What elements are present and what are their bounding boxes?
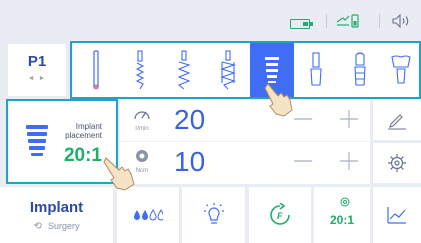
tool-implant[interactable] (250, 43, 294, 97)
implant-icon (265, 57, 279, 83)
tool-drill-1[interactable] (74, 43, 118, 97)
speed-increase-button[interactable] (338, 108, 360, 130)
implant-sub-label: Surgery (47, 221, 80, 231)
mode-title-line2: placement (65, 131, 102, 140)
water-drops-icon (134, 209, 163, 221)
torque-icon (130, 148, 154, 169)
torque-increase-button[interactable] (338, 150, 360, 172)
tool-abutment-2[interactable] (338, 43, 382, 97)
irrigation-button[interactable] (117, 187, 179, 243)
ratio-button[interactable]: 20:1 (314, 187, 370, 243)
gear-icon (340, 197, 350, 207)
speaker-icon[interactable] (392, 13, 412, 33)
implant-name: Implant (29, 199, 84, 216)
implant-sub: ⟲ Surgery (0, 221, 113, 232)
implant-icon (24, 123, 50, 164)
settings-button[interactable] (373, 143, 421, 183)
parameter-panel: r/min 20 Ncm 10 (120, 100, 370, 184)
abutment-icon (354, 52, 366, 86)
speed-decrease-button[interactable] (292, 108, 314, 130)
pilot-drill-icon (93, 50, 99, 90)
tool-strip (70, 41, 421, 99)
chart-button[interactable] (373, 187, 421, 243)
tool-abutment-1[interactable] (294, 43, 338, 97)
light-bulb-icon (203, 203, 224, 224)
torque-value: 10 (174, 146, 206, 177)
tool-drill-2[interactable] (118, 43, 162, 97)
ratio-label: 20:1 (329, 213, 355, 227)
abutment-icon (310, 52, 322, 86)
status-separator (379, 14, 380, 28)
svg-text:F: F (277, 211, 283, 221)
gear-icon (388, 154, 406, 172)
signal-icon (335, 13, 361, 34)
speed-unit: r/min (135, 126, 149, 132)
program-selector[interactable]: P1 ◄ ► (8, 44, 66, 96)
edit-button[interactable] (373, 100, 421, 140)
program-label: P1 (27, 53, 47, 70)
tool-drill-4[interactable] (206, 43, 250, 97)
torque-decrease-button[interactable] (292, 150, 314, 172)
tool-crown[interactable] (382, 43, 419, 97)
twist-drill-icon (220, 50, 236, 90)
forward-rotation-button[interactable]: F (249, 187, 311, 243)
implant-program-button[interactable]: Implant ⟲ Surgery (0, 187, 113, 243)
cycle-icon: ⟲ (33, 221, 42, 232)
status-bar (0, 0, 421, 40)
speedometer-icon (130, 106, 154, 127)
pencil-icon (388, 114, 406, 130)
status-separator (326, 14, 327, 28)
speed-row: r/min 20 (120, 100, 370, 142)
speed-value: 20 (174, 104, 206, 135)
program-arrows[interactable]: ◄ ► (8, 75, 66, 82)
mode-card[interactable]: Implant placement 20:1 (6, 99, 118, 184)
mode-ratio: 20:1 (63, 145, 102, 166)
torque-unit: Ncm (135, 168, 149, 174)
app-screen: P1 ◄ ► Implant placement 20:1 r/min 20 N… (0, 0, 421, 243)
battery-icon (290, 16, 314, 34)
mode-title: Implant placement (52, 122, 102, 140)
crown-icon (390, 55, 411, 84)
forward-rotation-icon: F (270, 203, 290, 225)
torque-row: Ncm 10 (120, 142, 370, 184)
twist-drill-icon (135, 50, 145, 90)
light-button[interactable] (182, 187, 245, 243)
twist-drill-icon (177, 50, 191, 90)
tool-drill-3[interactable] (162, 43, 206, 97)
mode-title-line1: Implant (75, 122, 102, 131)
line-chart-icon (387, 207, 406, 224)
